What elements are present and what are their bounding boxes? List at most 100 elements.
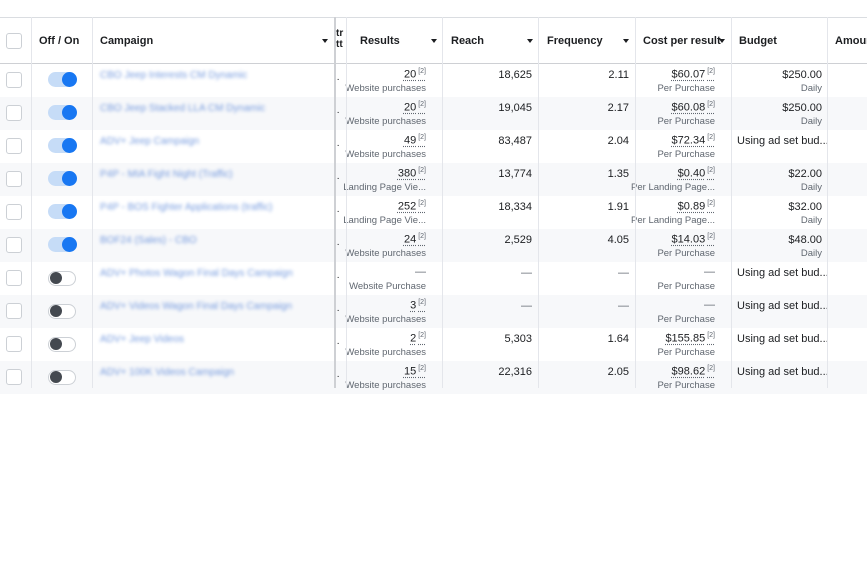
column-header-frequency[interactable]: Frequency — [547, 35, 603, 47]
results-value[interactable]: 3 [2] — [410, 299, 426, 312]
campaign-name-link[interactable]: ADV+ Jeep Campaign — [100, 136, 199, 147]
cost-per-result-value[interactable]: — — [704, 299, 715, 311]
reach-value: — — [521, 267, 532, 279]
campaign-toggle[interactable] — [48, 138, 76, 153]
table-row[interactable]: P4P - MIA Fight Night (Traffic) .. 380 [2… — [0, 163, 867, 196]
campaign-name-link[interactable]: CBO Jeep Interests CM Dynamic — [100, 70, 247, 81]
campaign-name-link[interactable]: BOF24 (Sales) - CBO — [100, 235, 197, 246]
row-checkbox[interactable] — [6, 303, 22, 319]
campaign-name-link[interactable]: P4P - BOS Fighter Applications (traffic) — [100, 202, 272, 213]
row-checkbox[interactable] — [6, 369, 22, 385]
caret-down-icon[interactable] — [322, 39, 328, 43]
results-value[interactable]: 15 [2] — [404, 365, 426, 378]
results-value[interactable]: 20 [2] — [404, 101, 426, 114]
cost-per-result-value[interactable]: $0.89 [2] — [678, 200, 715, 213]
budget-value[interactable]: $22.00 — [788, 168, 822, 180]
campaign-name-link[interactable]: CBO Jeep Stacked LLA CM Dynamic — [100, 103, 265, 114]
row-checkbox[interactable] — [6, 72, 22, 88]
budget-value[interactable]: Using ad set bud... — [737, 135, 829, 147]
footnote-mark: [2] — [418, 167, 426, 174]
row-checkbox[interactable] — [6, 105, 22, 121]
budget-value[interactable]: Using ad set bud... — [737, 300, 829, 312]
campaign-name-link[interactable]: ADV+ 100K Videos Campaign — [100, 367, 234, 378]
column-header-partial[interactable]: tr tt — [336, 28, 343, 50]
table-row[interactable]: CBO Jeep Stacked LLA CM Dynamic .. 20 [2]… — [0, 97, 867, 130]
table-row[interactable]: ADV+ 100K Videos Campaign .. 15 [2] Websi… — [0, 361, 867, 394]
cost-per-result-label: Per Purchase — [657, 281, 715, 292]
table-row[interactable]: ADV+ Jeep Videos .. 2 [2] Website purchas… — [0, 328, 867, 361]
caret-down-icon[interactable] — [527, 39, 533, 43]
row-checkbox[interactable] — [6, 336, 22, 352]
campaign-toggle[interactable] — [48, 171, 76, 186]
caret-down-icon[interactable] — [431, 39, 437, 43]
campaign-toggle[interactable] — [48, 237, 76, 252]
column-header-results[interactable]: Results — [360, 35, 400, 47]
campaign-toggle[interactable] — [48, 72, 76, 87]
budget-value[interactable]: $250.00 — [782, 69, 822, 81]
budget-value[interactable]: $32.00 — [788, 201, 822, 213]
table-row[interactable]: ADV+ Videos Wagon Final Days Campaign ..… — [0, 295, 867, 328]
table-row[interactable]: BOF24 (Sales) - CBO .. 24 [2] Website pur… — [0, 229, 867, 262]
cost-per-result-value[interactable]: $0.40 [2] — [678, 167, 715, 180]
table-header: Off / On Campaign tr tt Results Reach Fr… — [0, 18, 867, 64]
results-value[interactable]: 2 [2] — [410, 332, 426, 345]
results-label: Landing Page Vie... — [343, 182, 426, 193]
column-header-cost-per-result[interactable]: Cost per result — [643, 35, 721, 47]
budget-value[interactable]: $250.00 — [782, 102, 822, 114]
column-header-reach[interactable]: Reach — [451, 35, 484, 47]
cost-per-result-value[interactable]: $72.34 [2] — [672, 134, 715, 147]
row-checkbox[interactable] — [6, 171, 22, 187]
cost-per-result-value[interactable]: $98.62 [2] — [672, 365, 715, 378]
row-checkbox[interactable] — [6, 138, 22, 154]
table-row[interactable]: CBO Jeep Interests CM Dynamic .. 20 [2] W… — [0, 64, 867, 97]
cost-per-result-label: Per Purchase — [657, 380, 715, 391]
results-value[interactable]: — — [415, 266, 426, 278]
row-checkbox[interactable] — [6, 270, 22, 286]
budget-value[interactable]: $48.00 — [788, 234, 822, 246]
table-row[interactable]: ADV+ Photos Wagon Final Days Campaign ..… — [0, 262, 867, 295]
row-checkbox[interactable] — [6, 237, 22, 253]
column-header-off-on[interactable]: Off / On — [39, 35, 79, 47]
budget-value[interactable]: Using ad set bud... — [737, 267, 829, 279]
caret-down-icon[interactable] — [623, 39, 629, 43]
budget-label: Daily — [801, 215, 822, 226]
frozen-column-divider[interactable] — [334, 17, 336, 388]
column-header-amount[interactable]: Amoun — [835, 35, 867, 47]
campaign-toggle[interactable] — [48, 370, 76, 385]
row-checkbox[interactable] — [6, 204, 22, 220]
cost-per-result-value[interactable]: $155.85 [2] — [665, 332, 715, 345]
cost-per-result-value[interactable]: $60.07 [2] — [672, 68, 715, 81]
caret-down-icon[interactable] — [719, 39, 725, 43]
campaign-toggle[interactable] — [48, 337, 76, 352]
column-header-campaign[interactable]: Campaign — [100, 35, 153, 47]
results-value[interactable]: 20 [2] — [404, 68, 426, 81]
results-value[interactable]: 380 [2] — [398, 167, 426, 180]
toggle-knob — [50, 305, 62, 317]
campaign-name-link[interactable]: ADV+ Photos Wagon Final Days Campaign — [100, 268, 293, 279]
select-all-checkbox[interactable] — [6, 33, 22, 49]
cost-per-result-value[interactable]: $14.03 [2] — [672, 233, 715, 246]
budget-label: Daily — [801, 182, 822, 193]
campaign-toggle[interactable] — [48, 304, 76, 319]
reach-value: 22,316 — [498, 366, 532, 378]
table-row[interactable]: P4P - BOS Fighter Applications (traffic)… — [0, 196, 867, 229]
results-value[interactable]: 49 [2] — [404, 134, 426, 147]
cost-per-result-value[interactable]: $60.08 [2] — [672, 101, 715, 114]
campaign-toggle[interactable] — [48, 105, 76, 120]
campaign-toggle[interactable] — [48, 271, 76, 286]
results-value[interactable]: 24 [2] — [404, 233, 426, 246]
column-header-budget[interactable]: Budget — [739, 35, 777, 47]
table-row[interactable]: ADV+ Jeep Campaign .. 49 [2] Website purc… — [0, 130, 867, 163]
results-value[interactable]: 252 [2] — [398, 200, 426, 213]
results-label: Website Purchase — [349, 281, 426, 292]
campaign-name-link[interactable]: P4P - MIA Fight Night (Traffic) — [100, 169, 233, 180]
budget-value[interactable]: Using ad set bud... — [737, 333, 829, 345]
footnote-mark: [2] — [418, 233, 426, 240]
campaign-name-link[interactable]: ADV+ Jeep Videos — [100, 334, 184, 345]
cost-per-result-value[interactable]: — — [704, 266, 715, 278]
campaign-name-link[interactable]: ADV+ Videos Wagon Final Days Campaign — [100, 301, 292, 312]
budget-value[interactable]: Using ad set bud... — [737, 366, 829, 378]
campaign-toggle[interactable] — [48, 204, 76, 219]
toggle-knob — [50, 371, 62, 383]
toggle-knob — [62, 237, 77, 252]
